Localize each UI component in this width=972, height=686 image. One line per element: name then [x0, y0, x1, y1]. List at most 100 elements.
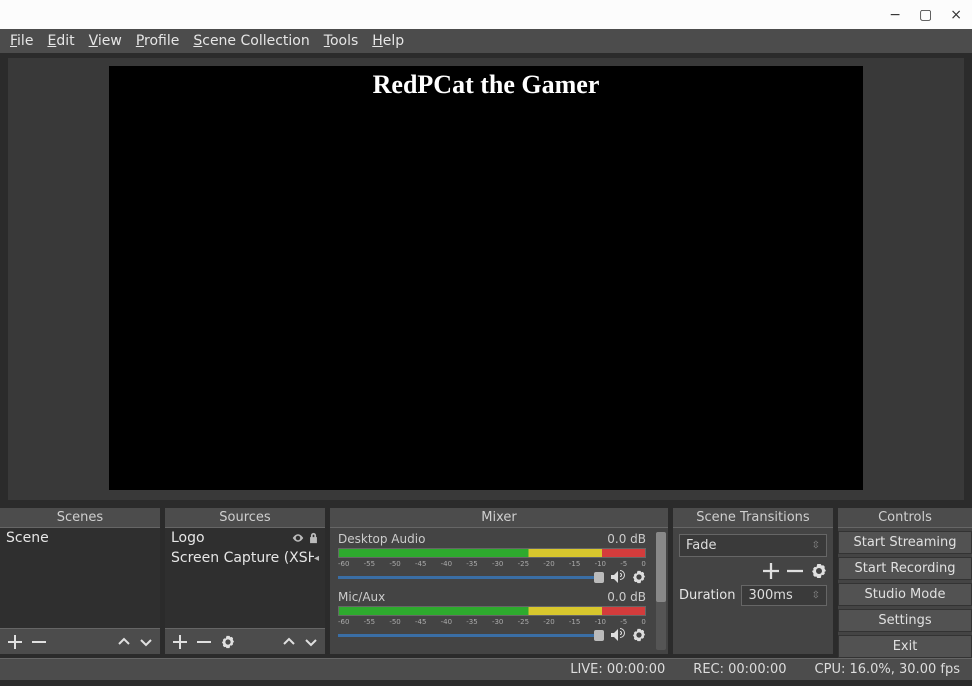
mixer-channel-level: 0.0 dB	[607, 590, 646, 604]
source-item[interactable]: Screen Capture (XSHM) ◂	[165, 548, 325, 568]
preview-area: RedPCat the Gamer	[8, 58, 964, 500]
mixer-channel-level: 0.0 dB	[607, 532, 646, 546]
preview-canvas[interactable]: RedPCat the Gamer	[109, 66, 863, 490]
start-recording-button[interactable]: Start Recording	[838, 557, 972, 580]
preview-overlay-text: RedPCat the Gamer	[373, 70, 600, 100]
duration-value: 300ms	[748, 588, 792, 603]
plus-icon	[763, 563, 779, 579]
scene-up-button[interactable]	[118, 636, 130, 648]
start-streaming-button[interactable]: Start Streaming	[838, 531, 972, 554]
lock-icon[interactable]	[308, 532, 319, 544]
statusbar: LIVE: 00:00:00 REC: 00:00:00 CPU: 16.0%,…	[0, 658, 972, 680]
mixer-channel: Desktop Audio 0.0 dB -60-55-50-45-40-35-…	[338, 532, 646, 584]
scene-item-label: Scene	[6, 530, 49, 546]
meter-ticks: -60-55-50-45-40-35-30-25-20-15-10-50	[338, 618, 646, 626]
menu-help[interactable]: Help	[372, 33, 404, 49]
controls-body: Start Streaming Start Recording Studio M…	[838, 528, 972, 661]
chevron-down-icon	[140, 636, 152, 648]
menu-scene-collection[interactable]: Scene Collection	[193, 33, 309, 49]
settings-button[interactable]: Settings	[838, 609, 972, 632]
window-close-button[interactable]: ×	[950, 8, 962, 22]
exit-button[interactable]: Exit	[838, 635, 972, 658]
menu-edit[interactable]: Edit	[47, 33, 74, 49]
source-item-label: Logo	[171, 530, 205, 546]
plus-icon	[173, 635, 187, 649]
duration-spinner[interactable]: 300ms ⇳	[741, 585, 827, 606]
minus-icon	[787, 563, 803, 579]
remove-source-button[interactable]	[197, 635, 211, 649]
minus-icon	[197, 635, 211, 649]
sources-toolbar	[165, 628, 325, 654]
volume-slider[interactable]	[338, 634, 604, 637]
scenes-panel: Scenes Scene	[0, 508, 160, 654]
status-rec: REC: 00:00:00	[693, 662, 786, 677]
mixer-header: Mixer	[330, 508, 668, 528]
speaker-icon	[610, 628, 626, 642]
menu-file[interactable]: File	[10, 33, 33, 49]
add-source-button[interactable]	[173, 635, 187, 649]
mute-button[interactable]	[610, 570, 626, 584]
eye-icon[interactable]	[292, 532, 304, 544]
sources-header: Sources	[165, 508, 325, 528]
volume-slider[interactable]	[338, 576, 604, 579]
remove-transition-button[interactable]	[787, 563, 803, 579]
minus-icon	[32, 635, 46, 649]
channel-settings-button[interactable]	[632, 570, 646, 584]
menu-tools[interactable]: Tools	[324, 33, 359, 49]
eye-icon[interactable]: ◂	[314, 553, 319, 564]
remove-scene-button[interactable]	[32, 635, 46, 649]
sources-list[interactable]: Logo Screen Capture (XSHM) ◂	[165, 528, 325, 628]
duration-label: Duration	[679, 588, 735, 603]
source-down-button[interactable]	[305, 636, 317, 648]
source-item-label: Screen Capture (XSHM)	[171, 550, 314, 566]
gear-icon	[632, 628, 646, 642]
channel-settings-button[interactable]	[632, 628, 646, 642]
gear-icon	[221, 635, 235, 649]
slider-thumb[interactable]	[594, 572, 604, 583]
add-transition-button[interactable]	[763, 563, 779, 579]
source-properties-button[interactable]	[221, 635, 235, 649]
spinner-icon: ⇳	[812, 590, 820, 601]
slider-thumb[interactable]	[594, 630, 604, 641]
window-titlebar: − ▢ ×	[0, 0, 972, 29]
mute-button[interactable]	[610, 628, 626, 642]
controls-panel: Controls Start Streaming Start Recording…	[838, 508, 972, 654]
mixer-channel: Mic/Aux 0.0 dB -60-55-50-45-40-35-30-25-…	[338, 590, 646, 642]
transition-select[interactable]: Fade ⇳	[679, 534, 827, 557]
status-cpu: CPU: 16.0%, 30.00 fps	[815, 662, 960, 677]
scenes-header: Scenes	[0, 508, 160, 528]
controls-header: Controls	[838, 508, 972, 528]
mixer-body: Desktop Audio 0.0 dB -60-55-50-45-40-35-…	[330, 528, 668, 654]
mixer-channel-name: Mic/Aux	[338, 590, 385, 604]
scenes-toolbar	[0, 628, 160, 654]
gear-icon	[632, 570, 646, 584]
plus-icon	[8, 635, 22, 649]
dropdown-icon: ⇳	[812, 540, 820, 551]
scene-item[interactable]: Scene	[0, 528, 160, 548]
menu-view[interactable]: View	[89, 33, 122, 49]
menubar: File Edit View Profile Scene Collection …	[0, 29, 972, 53]
scene-down-button[interactable]	[140, 636, 152, 648]
transitions-body: Fade ⇳ Duration 300ms ⇳	[673, 528, 833, 654]
transitions-panel: Scene Transitions Fade ⇳ Duration	[673, 508, 833, 654]
source-item[interactable]: Logo	[165, 528, 325, 548]
mixer-scrollbar[interactable]	[656, 532, 666, 650]
chevron-down-icon	[305, 636, 317, 648]
window-minimize-button[interactable]: −	[889, 8, 901, 22]
status-live: LIVE: 00:00:00	[570, 662, 665, 677]
window-maximize-button[interactable]: ▢	[919, 8, 932, 22]
sources-panel: Sources Logo Screen Capture (XSHM) ◂	[165, 508, 325, 654]
audio-meter	[338, 606, 646, 616]
transition-properties-button[interactable]	[811, 563, 827, 579]
menu-profile[interactable]: Profile	[136, 33, 180, 49]
audio-meter	[338, 548, 646, 558]
speaker-icon	[610, 570, 626, 584]
add-scene-button[interactable]	[8, 635, 22, 649]
source-up-button[interactable]	[283, 636, 295, 648]
transitions-header: Scene Transitions	[673, 508, 833, 528]
studio-mode-button[interactable]: Studio Mode	[838, 583, 972, 606]
scenes-list[interactable]: Scene	[0, 528, 160, 628]
mixer-channel-name: Desktop Audio	[338, 532, 425, 546]
gear-icon	[811, 563, 827, 579]
chevron-up-icon	[283, 636, 295, 648]
